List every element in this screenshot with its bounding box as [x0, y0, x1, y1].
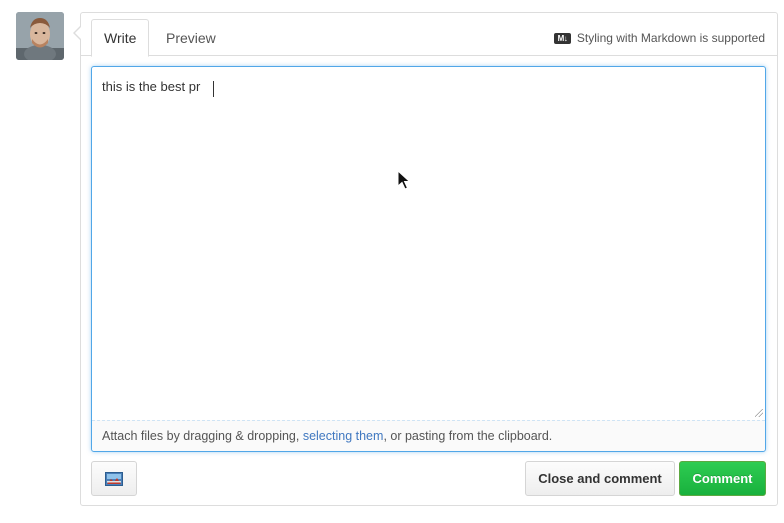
image-icon	[105, 471, 123, 486]
comment-textarea[interactable]: this is the best pr	[92, 67, 765, 420]
mouse-cursor-icon	[397, 170, 411, 190]
attach-suffix: , or pasting from the clipboard.	[383, 429, 553, 443]
markdown-hint-text: Styling with Markdown is supported	[576, 31, 765, 45]
resize-handle[interactable]	[755, 409, 763, 417]
attach-prefix: Attach files by dragging & dropping,	[102, 429, 303, 443]
select-files-link[interactable]: selecting them	[303, 429, 384, 443]
tab-bar: Write Preview M↓ Styling with Markdown i…	[81, 13, 777, 57]
insert-image-button[interactable]	[91, 461, 137, 496]
comment-button[interactable]: Comment	[679, 461, 766, 496]
text-caret	[213, 81, 214, 97]
tab-write[interactable]: Write	[91, 19, 150, 57]
tab-preview[interactable]: Preview	[154, 19, 228, 57]
avatar[interactable]	[16, 12, 64, 60]
markdown-icon: M↓	[553, 32, 571, 44]
close-and-comment-button[interactable]: Close and comment	[525, 461, 675, 496]
avatar-image	[16, 12, 64, 60]
comment-editor: this is the best pr Attach files by drag…	[91, 66, 766, 452]
attach-files-bar[interactable]: Attach files by dragging & dropping, sel…	[92, 420, 765, 451]
comment-form: Write Preview M↓ Styling with Markdown i…	[73, 12, 778, 506]
markdown-hint[interactable]: M↓ Styling with Markdown is supported	[553, 31, 765, 45]
